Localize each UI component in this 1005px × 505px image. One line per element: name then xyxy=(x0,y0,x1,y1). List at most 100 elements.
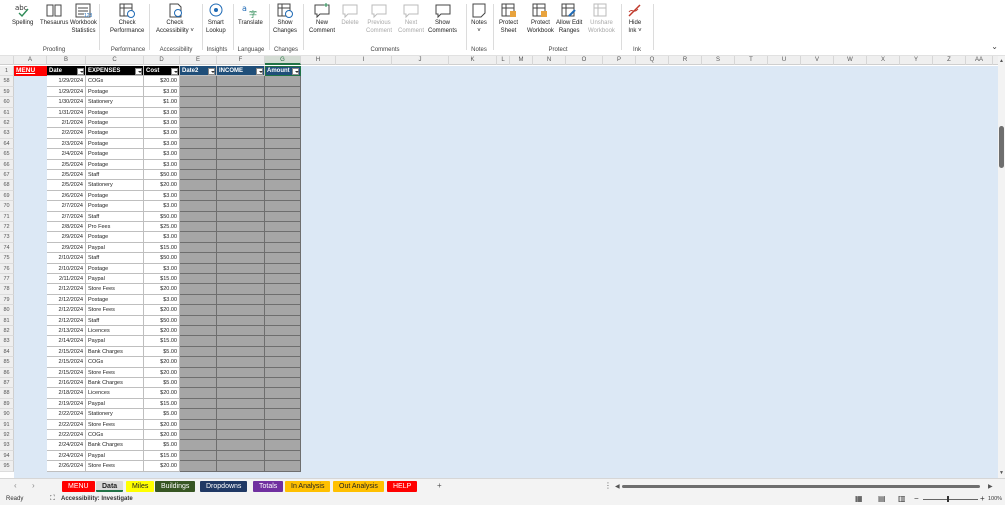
cell-empty[interactable] xyxy=(180,419,217,430)
cell-empty[interactable] xyxy=(265,232,301,243)
cell-empty[interactable] xyxy=(265,346,301,358)
cell-exp[interactable]: Staff xyxy=(86,315,144,326)
cell-exp[interactable]: Postage xyxy=(86,294,144,306)
cell-cost[interactable]: $5.00 xyxy=(144,378,180,389)
cell-cost[interactable]: $20.00 xyxy=(144,430,180,441)
column-header-f[interactable]: F xyxy=(217,56,265,65)
cell-date[interactable]: 2/15/2024 xyxy=(47,357,86,368)
cell-exp[interactable]: Bank Charges xyxy=(86,378,144,389)
cell-empty[interactable] xyxy=(265,107,301,118)
cell-empty[interactable] xyxy=(265,326,301,337)
translate-button[interactable]: a 字 Translate xyxy=(238,2,263,28)
allow-edit-ranges-button[interactable]: Allow Edit Ranges xyxy=(556,2,582,35)
row-header[interactable]: 78 xyxy=(0,284,14,295)
column-header-e[interactable]: E xyxy=(180,56,217,65)
row-header[interactable]: 74 xyxy=(0,242,14,254)
accessibility-status[interactable]: Accessibility: Investigate xyxy=(61,493,133,505)
scroll-down-icon[interactable]: ▼ xyxy=(999,470,1004,476)
cell-cost[interactable]: $3.00 xyxy=(144,294,180,306)
thesaurus-button[interactable]: Thesaurus xyxy=(40,2,68,28)
cell-exp[interactable]: Stationery xyxy=(86,409,144,420)
cell-exp[interactable]: Staff xyxy=(86,170,144,181)
cell-date[interactable]: 2/6/2024 xyxy=(47,190,86,202)
sheet-tab-menu[interactable]: MENU xyxy=(62,481,95,492)
cell-date[interactable]: 2/16/2024 xyxy=(47,378,86,389)
cell-date[interactable]: 1/30/2024 xyxy=(47,97,86,108)
cell-empty[interactable] xyxy=(180,326,217,337)
row-header[interactable]: 82 xyxy=(0,326,14,337)
cell-date[interactable]: 2/7/2024 xyxy=(47,201,86,212)
cell-exp[interactable]: Paypal xyxy=(86,398,144,410)
cell-cost[interactable]: $3.00 xyxy=(144,159,180,170)
new-comment-button[interactable]: New Comment xyxy=(309,2,335,35)
column-header-h[interactable]: H xyxy=(301,56,336,65)
row-header[interactable]: 67 xyxy=(0,170,14,181)
cell-date[interactable]: 2/19/2024 xyxy=(47,398,86,410)
cell-exp[interactable]: Postage xyxy=(86,118,144,129)
cell-empty[interactable] xyxy=(265,86,301,98)
cell-exp[interactable]: Store Fees xyxy=(86,367,144,378)
cell-date[interactable]: 2/5/2024 xyxy=(47,180,86,191)
cell-cost[interactable]: $20.00 xyxy=(144,461,180,472)
cell-cost[interactable]: $3.00 xyxy=(144,86,180,98)
row-header[interactable]: 60 xyxy=(0,97,14,108)
cell-exp[interactable]: Postage xyxy=(86,128,144,139)
column-header-n[interactable]: N xyxy=(533,56,566,65)
column-header-y[interactable]: Y xyxy=(900,56,933,65)
sheet-tab-totals[interactable]: Totals xyxy=(253,481,284,492)
cell-empty[interactable] xyxy=(217,211,265,222)
cell-empty[interactable] xyxy=(265,305,301,316)
cell-empty[interactable] xyxy=(217,170,265,181)
cell-date[interactable]: 2/12/2024 xyxy=(47,284,86,295)
cell-cost[interactable]: $50.00 xyxy=(144,315,180,326)
cell-empty[interactable] xyxy=(180,461,217,472)
cell-exp[interactable]: Store Fees xyxy=(86,419,144,430)
cell-cost[interactable]: $3.00 xyxy=(144,263,180,274)
cell-empty[interactable] xyxy=(217,378,265,389)
cell-exp[interactable]: Postage xyxy=(86,149,144,160)
cell-empty[interactable] xyxy=(217,201,265,212)
show-comments-button[interactable]: Show Comments xyxy=(428,2,457,35)
column-header-aa[interactable]: AA xyxy=(966,56,993,65)
row-header[interactable]: 81 xyxy=(0,315,14,326)
cell-empty[interactable] xyxy=(265,149,301,160)
menu-link[interactable]: MENU xyxy=(14,66,47,77)
protect-workbook-button[interactable]: Protect Workbook xyxy=(527,2,554,35)
cell-empty[interactable] xyxy=(217,242,265,254)
cell-empty[interactable] xyxy=(265,398,301,410)
cell-cost[interactable]: $5.00 xyxy=(144,346,180,358)
cell-empty[interactable] xyxy=(180,440,217,451)
header-expenses[interactable]: EXPENSES xyxy=(86,66,144,77)
cell-empty[interactable] xyxy=(217,190,265,202)
cell-date[interactable]: 2/15/2024 xyxy=(47,367,86,378)
row-header[interactable]: 76 xyxy=(0,263,14,274)
cell-date[interactable]: 2/9/2024 xyxy=(47,242,86,254)
row-header[interactable]: 83 xyxy=(0,336,14,347)
column-header-c[interactable]: C xyxy=(86,56,144,65)
row-header[interactable]: 86 xyxy=(0,367,14,378)
cell-cost[interactable]: $3.00 xyxy=(144,201,180,212)
header-g[interactable]: Amount xyxy=(265,66,301,77)
cell-exp[interactable]: Bank Charges xyxy=(86,346,144,358)
page-break-icon[interactable]: ▥ xyxy=(898,493,906,505)
cell-empty[interactable] xyxy=(180,107,217,118)
column-header-x[interactable]: X xyxy=(867,56,900,65)
cell-empty[interactable] xyxy=(265,97,301,108)
column-header-z[interactable]: Z xyxy=(933,56,966,65)
cell-empty[interactable] xyxy=(180,346,217,358)
zoom-slider-thumb[interactable] xyxy=(947,496,949,502)
cell-empty[interactable] xyxy=(265,138,301,150)
cell-cost[interactable]: $15.00 xyxy=(144,450,180,462)
cell-date[interactable]: 1/29/2024 xyxy=(47,86,86,98)
cell-exp[interactable]: Store Fees xyxy=(86,461,144,472)
column-header-l[interactable]: L xyxy=(497,56,510,65)
cell-empty[interactable] xyxy=(217,315,265,326)
cell-empty[interactable] xyxy=(265,170,301,181)
cell-exp[interactable]: Paypal xyxy=(86,336,144,347)
normal-view-icon[interactable]: ▦ xyxy=(855,493,863,505)
cell-empty[interactable] xyxy=(265,461,301,472)
cell-date[interactable]: 2/7/2024 xyxy=(47,211,86,222)
cell-empty[interactable] xyxy=(217,159,265,170)
cell-date[interactable]: 2/12/2024 xyxy=(47,294,86,306)
cell-cost[interactable]: $20.00 xyxy=(144,357,180,368)
